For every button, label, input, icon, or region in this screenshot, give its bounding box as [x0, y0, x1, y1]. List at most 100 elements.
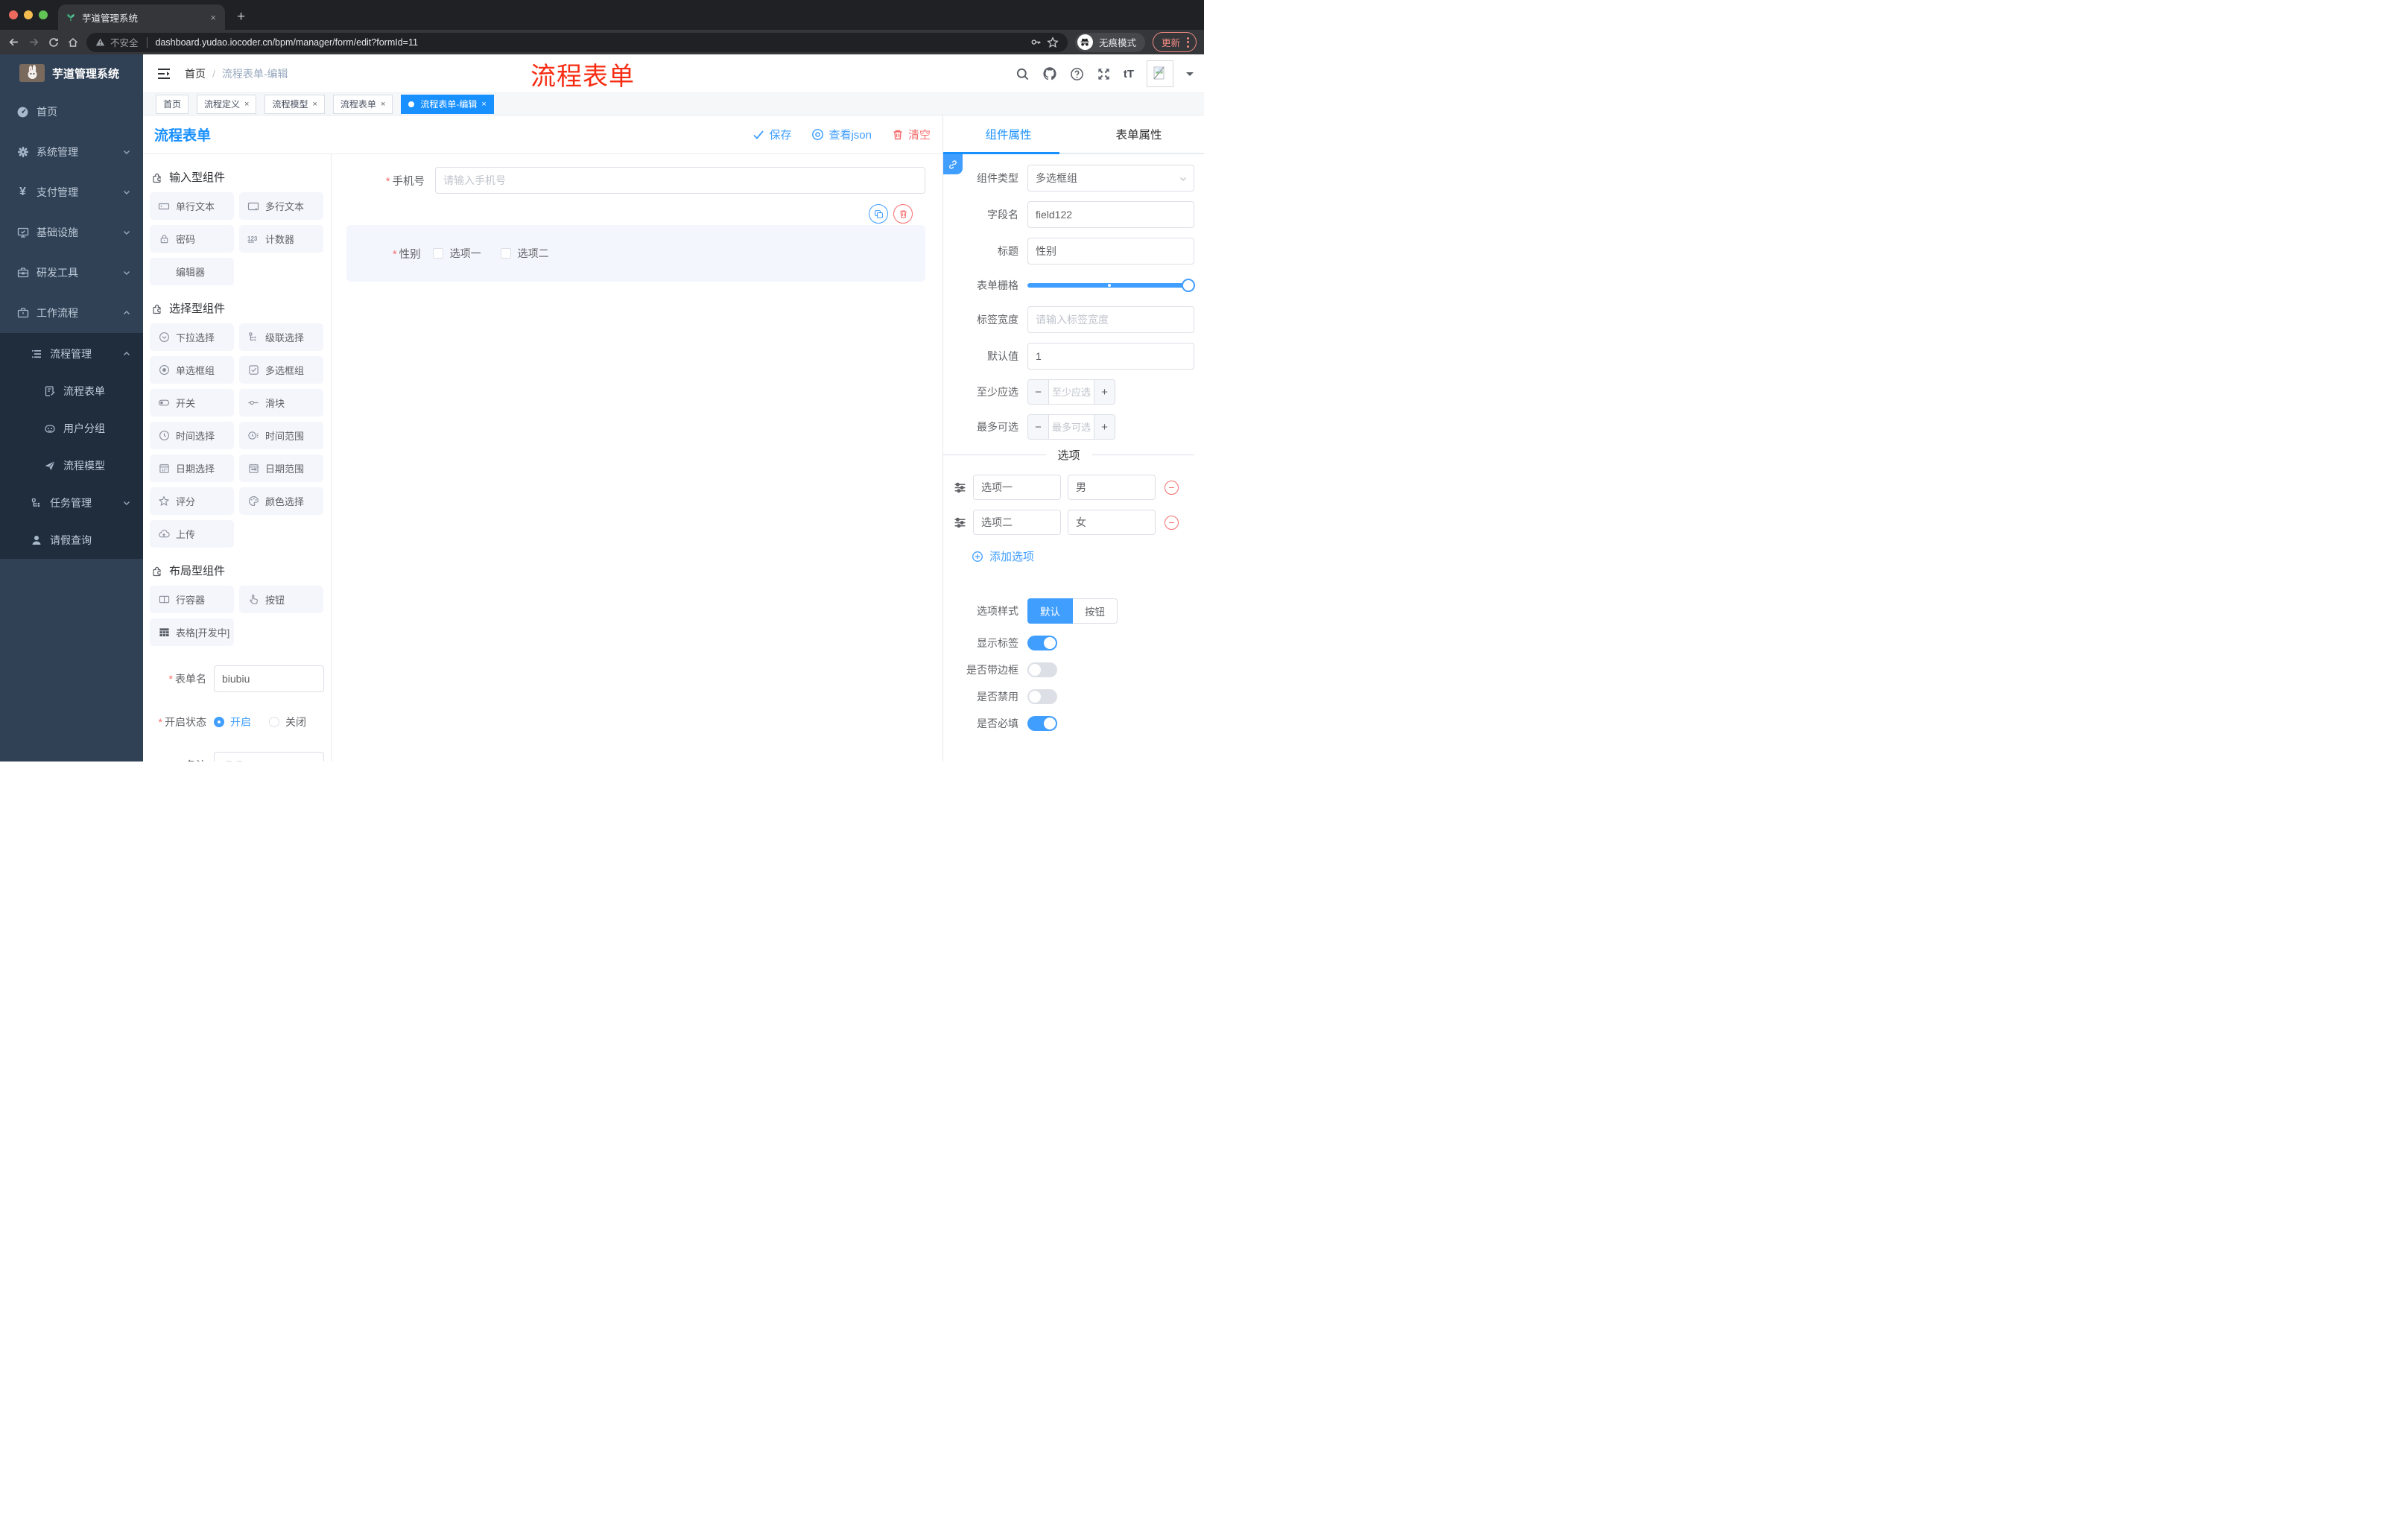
checkbox-unchecked[interactable] [432, 248, 443, 259]
bookmark-star-icon[interactable] [1047, 36, 1059, 48]
add-option-button[interactable]: 添加选项 [972, 548, 1194, 564]
zoom-window-button[interactable] [39, 10, 48, 19]
phone-input[interactable] [435, 167, 925, 194]
sidebar-item-system-mgmt[interactable]: 系统管理 [0, 132, 143, 172]
browser-menu-icon[interactable] [1187, 37, 1189, 48]
comp-item-switch[interactable]: 开关 [150, 389, 234, 417]
comp-item-editor[interactable]: 编辑器 [150, 258, 234, 285]
style-button-button[interactable]: 按钮 [1073, 598, 1118, 624]
font-size-icon[interactable]: tT [1124, 68, 1134, 80]
browser-tab[interactable]: 芋道管理系统 × [58, 4, 225, 30]
drag-handle-icon[interactable] [954, 481, 966, 494]
option-value-input[interactable] [1068, 475, 1156, 500]
new-tab-button[interactable]: + [237, 9, 245, 25]
form-grid-slider[interactable] [1027, 279, 1195, 292]
reload-icon[interactable] [48, 37, 60, 48]
url-text[interactable]: dashboard.yudao.iocoder.cn/bpm/manager/f… [156, 37, 1025, 48]
comp-item-time-picker[interactable]: 时间选择 [150, 422, 234, 449]
stepper-minus-button[interactable]: − [1028, 415, 1049, 439]
tag-close-icon[interactable]: × [381, 100, 385, 109]
close-window-button[interactable] [9, 10, 18, 19]
comp-item-slider[interactable]: 滑块 [239, 389, 323, 417]
tab-close-icon[interactable]: × [209, 12, 218, 23]
view-json-button[interactable]: 查看json [811, 127, 872, 142]
chevron-down-icon[interactable] [1186, 72, 1194, 80]
minimize-window-button[interactable] [24, 10, 33, 19]
github-icon[interactable] [1042, 66, 1057, 81]
sidebar-item-process-mgmt[interactable]: 流程管理 [0, 335, 143, 373]
comp-item-single-line-text[interactable]: 单行文本 [150, 192, 234, 220]
comp-item-select[interactable]: 下拉选择 [150, 323, 234, 351]
gender-option-1[interactable]: 选项一 [432, 246, 481, 261]
form-name-input[interactable] [214, 665, 324, 692]
comp-item-table[interactable]: 表格[开发中] [150, 618, 234, 646]
tag-home[interactable]: 首页 [156, 94, 189, 114]
copy-field-button[interactable] [869, 204, 888, 224]
window-controls[interactable] [0, 0, 58, 30]
delete-field-button[interactable] [893, 204, 913, 224]
sidebar-item-task-mgmt[interactable]: 任务管理 [0, 484, 143, 522]
tag-process-form-edit[interactable]: 流程表单-编辑 × [401, 94, 494, 114]
form-remark-textarea[interactable]: 嘿嘿 [214, 752, 324, 762]
comp-item-checkbox-group[interactable]: 多选框组 [239, 356, 323, 384]
show-label-toggle[interactable] [1027, 636, 1057, 650]
breadcrumb-home[interactable]: 首页 [185, 66, 206, 81]
slider-handle[interactable] [1182, 279, 1195, 292]
title-input[interactable] [1027, 238, 1194, 265]
tag-process-model[interactable]: 流程模型 × [264, 94, 325, 114]
link-icon[interactable] [943, 154, 963, 174]
comp-item-rate[interactable]: 评分 [150, 487, 234, 515]
collapse-sidebar-icon[interactable] [156, 66, 171, 81]
tag-close-icon[interactable]: × [481, 100, 486, 109]
update-button[interactable]: 更新 [1152, 32, 1197, 52]
radio-on-label[interactable]: 开启 [230, 709, 251, 735]
option-value-input[interactable] [1068, 510, 1156, 535]
home-icon[interactable] [67, 37, 79, 48]
sidebar-item-process-model[interactable]: 流程模型 [0, 447, 143, 484]
comp-item-button[interactable]: 按钮 [239, 586, 323, 613]
component-type-select[interactable] [1027, 165, 1194, 191]
tag-close-icon[interactable]: × [244, 100, 249, 109]
comp-item-date-range[interactable]: 日期范围 [239, 455, 323, 482]
comp-item-cascader[interactable]: 级联选择 [239, 323, 323, 351]
checkbox-unchecked[interactable] [500, 248, 511, 259]
sidebar-item-leave-query[interactable]: 请假查询 [0, 522, 143, 559]
drag-handle-icon[interactable] [954, 516, 966, 529]
comp-item-row-container[interactable]: 行容器 [150, 586, 234, 613]
comp-item-time-range[interactable]: 时间范围 [239, 422, 323, 449]
border-toggle[interactable] [1027, 662, 1057, 677]
search-icon[interactable] [1016, 67, 1030, 81]
max-select-input[interactable] [1049, 415, 1094, 439]
sidebar-item-dev-tools[interactable]: 研发工具 [0, 253, 143, 293]
tag-process-definition[interactable]: 流程定义 × [197, 94, 257, 114]
field-gender-selected[interactable]: 性别 选项一 选项二 [346, 225, 925, 282]
style-default-button[interactable]: 默认 [1027, 598, 1073, 624]
comp-item-password[interactable]: 密码 [150, 225, 234, 253]
option-label-input[interactable] [973, 510, 1061, 535]
default-value-input[interactable] [1027, 343, 1194, 370]
radio-off[interactable] [269, 717, 279, 727]
required-toggle[interactable] [1027, 716, 1057, 731]
sidebar-item-infrastructure[interactable]: 基础设施 [0, 212, 143, 253]
disabled-toggle[interactable] [1027, 689, 1057, 704]
save-button[interactable]: 保存 [752, 127, 791, 142]
security-label[interactable]: 不安全 [110, 35, 139, 49]
address-bar[interactable]: 不安全 dashboard.yudao.iocoder.cn/bpm/manag… [86, 32, 1068, 52]
key-icon[interactable] [1030, 37, 1042, 48]
comp-item-counter[interactable]: 123 计数器 [239, 225, 323, 253]
tab-form-props[interactable]: 表单属性 [1074, 115, 1204, 153]
clear-button[interactable]: 清空 [892, 127, 931, 142]
stepper-plus-button[interactable]: + [1094, 380, 1115, 404]
sidebar-item-user-group[interactable]: 用户分组 [0, 410, 143, 447]
comp-item-color-picker[interactable]: 颜色选择 [239, 487, 323, 515]
option-label-input[interactable] [973, 475, 1061, 500]
comp-item-radio-group[interactable]: 单选框组 [150, 356, 234, 384]
min-select-input[interactable] [1049, 380, 1094, 404]
forward-icon[interactable] [28, 36, 40, 48]
comp-item-multi-line-text[interactable]: 多行文本 [239, 192, 323, 220]
sidebar-item-workflow[interactable]: 工作流程 [0, 293, 143, 333]
sidebar-item-home[interactable]: 首页 [0, 92, 143, 132]
stepper-plus-button[interactable]: + [1094, 415, 1115, 439]
tab-component-props[interactable]: 组件属性 [943, 115, 1074, 153]
comp-item-date-picker[interactable]: 日期选择 [150, 455, 234, 482]
